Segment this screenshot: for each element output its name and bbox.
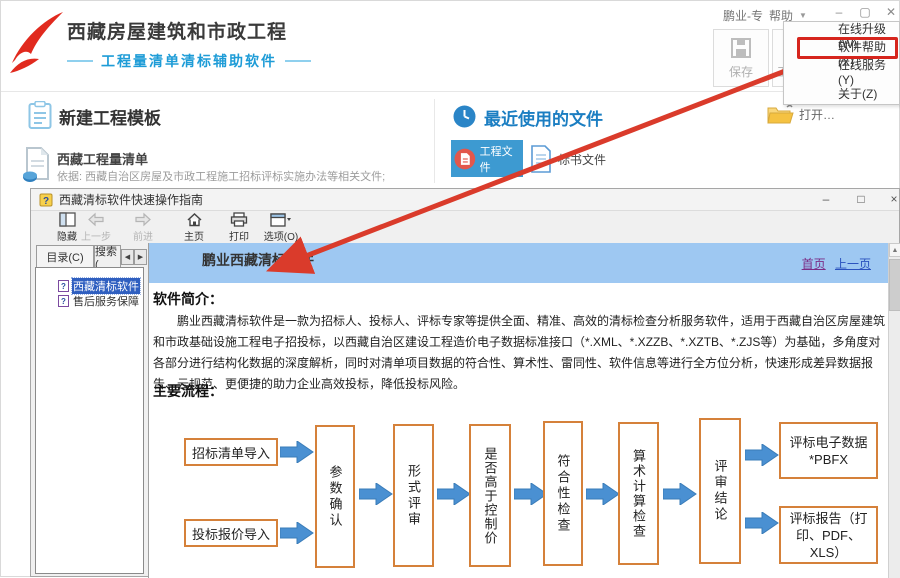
- app-title: 西藏房屋建筑和市政工程: [67, 17, 287, 44]
- hide-panel-icon: [59, 212, 76, 227]
- svg-text:?: ?: [43, 196, 49, 207]
- new-template-title: 新建工程模板: [59, 104, 161, 129]
- flow-arrow-icon: [280, 441, 314, 463]
- template-item-desc: 依据: 西藏自治区房屋及市政工程施工招标评标实施办法等相关文件;: [57, 168, 385, 184]
- back-button[interactable]: 上一步: [74, 212, 118, 243]
- back-arrow-icon: [87, 212, 105, 227]
- tab-search[interactable]: 搜索(: [94, 245, 121, 267]
- printer-icon: [230, 212, 248, 227]
- flow-box-evaluation-data: 评标电子数据 *PBFX: [779, 422, 878, 479]
- help-window: ? 西藏清标软件快速操作指南 – □ × 隐藏 上一步 前进: [30, 188, 900, 577]
- options-icon: [270, 212, 292, 227]
- annotation-highlight-box: [797, 37, 898, 59]
- clock-icon: [453, 105, 476, 128]
- save-button[interactable]: 保存: [713, 29, 769, 87]
- tree-item[interactable]: ? 售后服务保障: [58, 294, 143, 308]
- tab-contents[interactable]: 目录(C): [36, 245, 94, 267]
- template-item[interactable]: 西藏工程量清单: [57, 149, 148, 168]
- bid-files-tab[interactable]: 标书文件: [530, 142, 616, 176]
- intro-heading: 软件简介：: [153, 289, 223, 309]
- flow-heading: 主要流程：: [153, 381, 223, 401]
- options-button[interactable]: 选项(O): [259, 212, 303, 243]
- subtitle-dash-right: [285, 60, 311, 62]
- link-prev[interactable]: 上一页: [835, 257, 871, 271]
- close-button[interactable]: ✕: [881, 5, 900, 19]
- topic-title: 鹏业西藏清标软件: [202, 250, 314, 270]
- link-home[interactable]: 首页: [802, 257, 826, 271]
- flow-arrow-icon: [437, 483, 471, 505]
- flow-arrow-icon: [745, 512, 779, 534]
- section-divider: [434, 99, 435, 183]
- print-button[interactable]: 打印: [217, 212, 261, 243]
- flow-box-tender-price-import: 投标报价导入: [184, 519, 278, 547]
- flow-box-review-conclusion: 评审结论: [699, 418, 741, 564]
- flow-box-compliance-check: 符合性检查: [543, 421, 583, 566]
- help-book-icon: ?: [39, 193, 53, 207]
- project-files-tab[interactable]: 工程文件: [451, 140, 523, 177]
- template-document-icon: [21, 146, 53, 184]
- topic-header-band: 鹏业西藏清标软件 首页 上一页: [149, 243, 889, 283]
- flow-box-formal-review: 形式评审: [393, 424, 434, 567]
- help-topic-icon: ?: [58, 295, 69, 307]
- subtitle-dash-left: [67, 60, 93, 62]
- contents-tree: ? 西藏清标软件 ? 售后服务保障: [35, 267, 144, 574]
- help-toolbar: 隐藏 上一步 前进 主页: [31, 211, 899, 244]
- recent-files-title: 最近使用的文件: [484, 105, 603, 130]
- flow-arrow-icon: [663, 483, 697, 505]
- home-button[interactable]: 主页: [172, 212, 216, 243]
- help-close-button[interactable]: ×: [885, 192, 900, 206]
- help-window-title: 西藏清标软件快速操作指南: [59, 191, 203, 208]
- tab-scroll-right-icon[interactable]: ▶: [134, 249, 147, 265]
- user-name: 鹏业-专: [723, 7, 763, 24]
- menu-item-online-service[interactable]: 在线服务(Y): [784, 62, 899, 80]
- open-folder-icon: [767, 104, 794, 125]
- flow-box-evaluation-report: 评标报告（打印、PDF、XLS）: [779, 506, 878, 564]
- open-file-button[interactable]: 打开…: [767, 104, 835, 125]
- app-logo-swoosh-icon: [9, 7, 65, 79]
- forward-button[interactable]: 前进: [121, 212, 165, 243]
- bid-file-icon: [530, 145, 552, 173]
- content-scrollbar[interactable]: ▲: [888, 243, 900, 578]
- flow-box-above-control-price: 是否高于控制价: [469, 424, 511, 567]
- flow-arrow-icon: [280, 522, 314, 544]
- flow-box-parameter-confirm: 参数确认: [315, 425, 355, 568]
- chevron-down-icon: ▼: [799, 11, 807, 20]
- maximize-button[interactable]: ▢: [855, 5, 875, 19]
- flow-box-bid-list-import: 招标清单导入: [184, 438, 278, 466]
- help-window-titlebar[interactable]: ? 西藏清标软件快速操作指南: [31, 189, 899, 211]
- flow-arrow-icon: [586, 483, 620, 505]
- flow-arrow-icon: [745, 444, 779, 466]
- minimize-button[interactable]: –: [829, 5, 849, 19]
- header-divider: [1, 91, 900, 92]
- help-dropdown-menu: 在线升级(W) 软件帮助(X) 在线服务(Y) 关于(Z): [783, 21, 900, 105]
- scrollbar-thumb[interactable]: [889, 259, 900, 311]
- help-minimize-button[interactable]: –: [817, 192, 835, 206]
- help-topic-icon: ?: [58, 280, 69, 292]
- flow-box-arithmetic-check: 算术计算检查: [618, 422, 659, 565]
- tree-item[interactable]: ? 西藏清标软件: [58, 279, 143, 293]
- app-subtitle: 工程量清单清标辅助软件: [67, 51, 311, 71]
- project-file-icon: [454, 148, 476, 170]
- svg-text:?: ?: [61, 282, 66, 291]
- svg-text:?: ?: [61, 297, 66, 306]
- menu-item-about[interactable]: 关于(Z): [784, 84, 899, 102]
- flow-arrow-icon: [359, 483, 393, 505]
- forward-arrow-icon: [134, 212, 152, 227]
- clipboard-icon: [28, 101, 52, 130]
- scroll-up-icon[interactable]: ▲: [889, 243, 900, 257]
- tab-scroll-left-icon[interactable]: ◀: [121, 249, 134, 265]
- intro-paragraph: 鹏业西藏清标软件是一款为招标人、投标人、评标专家等提供全面、精准、高效的清标检查…: [153, 311, 885, 395]
- help-maximize-button[interactable]: □: [852, 192, 870, 206]
- floppy-disk-icon: [729, 36, 753, 60]
- home-icon: [186, 212, 203, 227]
